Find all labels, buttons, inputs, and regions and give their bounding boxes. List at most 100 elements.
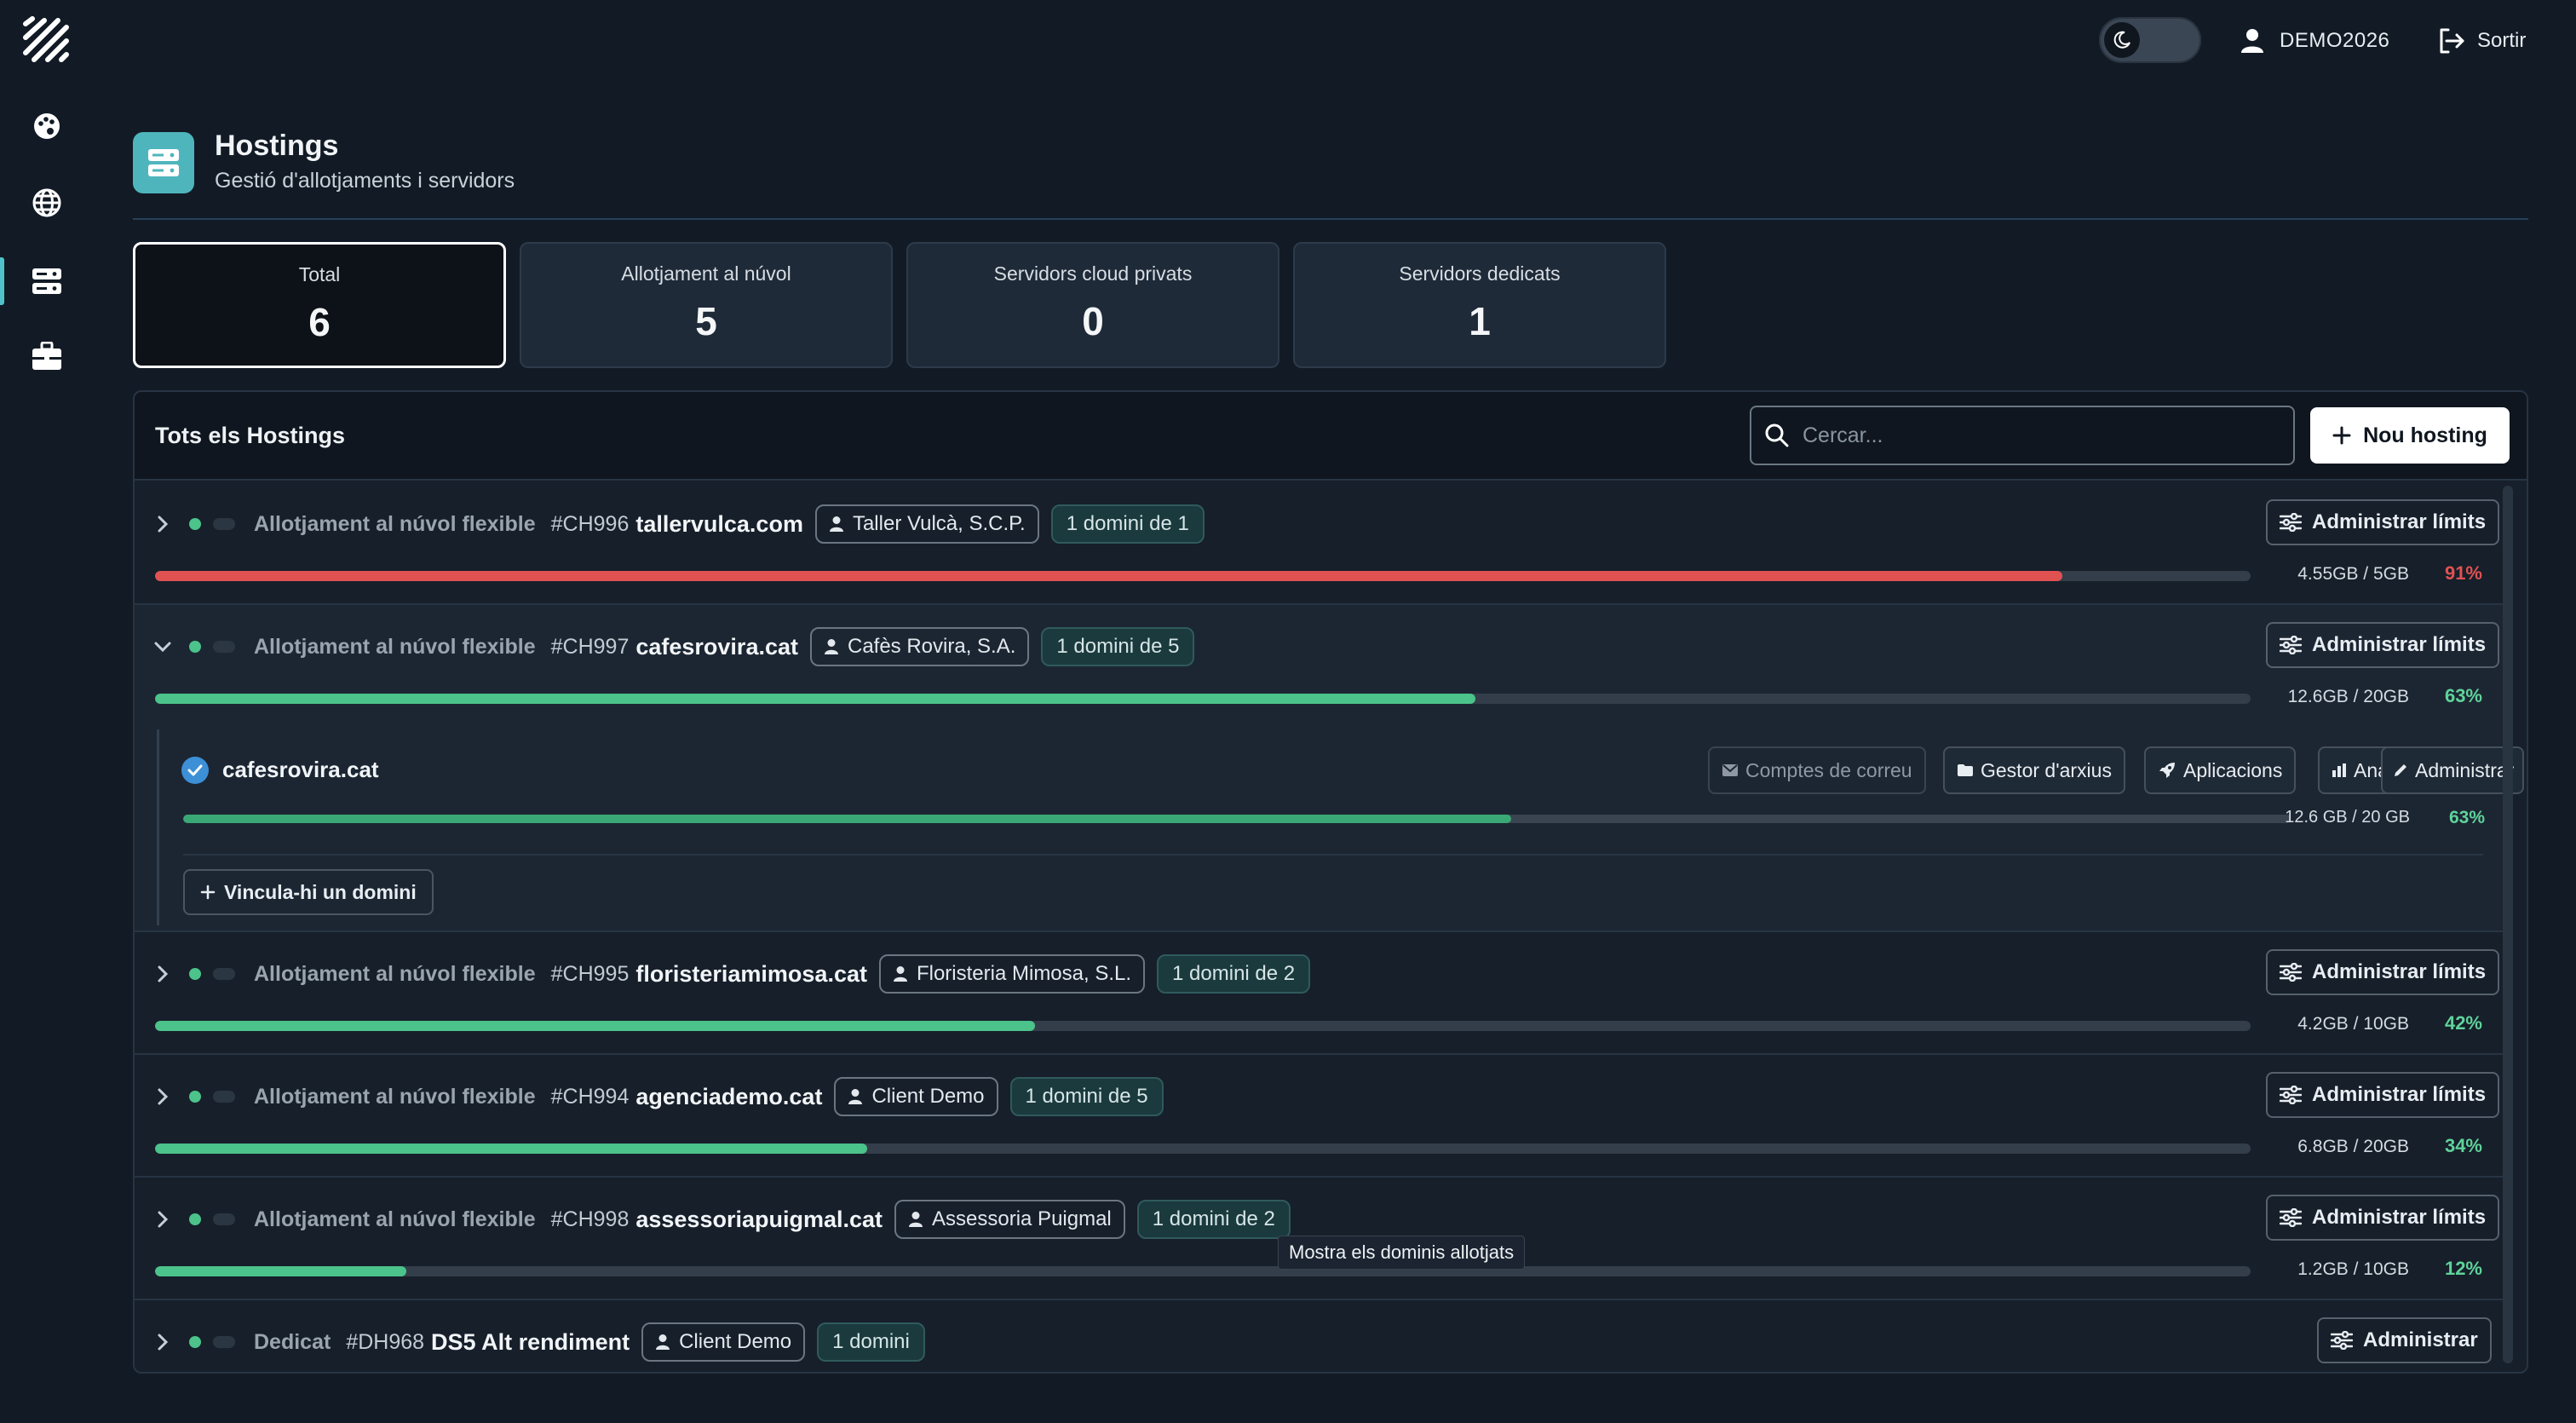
status-dot-inactive (213, 641, 235, 653)
hosting-row[interactable]: Dedicat #DH968 DS5 Alt rendiment Client … (135, 1300, 2503, 1372)
user-icon (656, 1334, 670, 1350)
linked-domain-name[interactable]: cafesrovira.cat (222, 757, 379, 783)
hosting-type: Allotjament al núvol flexible (254, 1207, 536, 1231)
manage-limits-button[interactable]: Administrar límits (2266, 1072, 2500, 1118)
domain-count-badge[interactable]: 1 domini de 2 (1136, 1200, 1291, 1239)
file-manager-button[interactable]: Gestor d'arxius (1943, 746, 2125, 794)
usage-bar (155, 1266, 2251, 1276)
user-name: DEMO2026 (2280, 29, 2390, 52)
scrollbar[interactable] (2503, 486, 2513, 1363)
manage-limits-button[interactable]: Administrar límits (2266, 1195, 2500, 1241)
client-badge[interactable]: Client Demo (834, 1077, 998, 1116)
status-dot-active (189, 968, 201, 980)
panel-header: Tots els Hostings Nou hosting (135, 392, 2527, 481)
row-summary: Allotjament al núvol flexible #CH995 flo… (153, 953, 1311, 995)
hosting-id: #CH997 (550, 634, 630, 659)
chevron-right-icon[interactable] (153, 1087, 172, 1106)
row-summary: Allotjament al núvol flexible #CH994 age… (153, 1075, 1164, 1118)
theme-toggle-knob (2104, 22, 2140, 58)
client-name: Floristeria Mimosa, S.L. (916, 962, 1132, 985)
sliders-icon (2280, 1208, 2302, 1227)
status-dot-active (189, 518, 201, 530)
usage-text: 12.6GB / 20GB (2287, 687, 2409, 706)
nav-domains[interactable] (0, 176, 94, 230)
page-title: Hostings (215, 130, 339, 162)
hosting-domain: assessoriapuigmal.cat (635, 1206, 883, 1232)
plus-icon (200, 884, 216, 900)
tooltip: Mostra els dominis allotjats (1278, 1236, 1526, 1270)
page-subtitle: Gestió d'allotjaments i servidors (215, 169, 515, 193)
nav-services[interactable] (0, 329, 94, 383)
usage-percent: 91% (2444, 562, 2482, 584)
manage-limits-button[interactable]: Administrar límits (2266, 499, 2500, 545)
stat-value: 6 (308, 300, 331, 344)
domain-count-badge[interactable]: 1 domini de 2 (1157, 954, 1311, 994)
mail-accounts-button[interactable]: Comptes de correu (1708, 746, 1926, 794)
administer-label: Administrar (2415, 758, 2515, 781)
user-icon (2241, 29, 2263, 53)
server-icon (32, 268, 61, 294)
hosting-type: Allotjament al núvol flexible (254, 511, 536, 536)
new-hosting-button[interactable]: Nou hosting (2310, 407, 2510, 464)
manage-limits-button[interactable]: Administrar límits (2266, 949, 2500, 995)
client-badge[interactable]: Assessoria Puigmal (894, 1200, 1125, 1239)
search-input[interactable] (1801, 422, 2278, 449)
stat-card-cloud[interactable]: Allotjament al núvol 5 (520, 242, 893, 368)
chevron-right-icon[interactable] (153, 965, 172, 983)
client-badge[interactable]: Taller Vulcà, S.C.P. (814, 504, 1039, 544)
manage-limits-button[interactable]: Administrar límits (2266, 622, 2500, 668)
logout-icon (2440, 28, 2464, 54)
hosting-row[interactable]: Allotjament al núvol flexible #CH996 tal… (135, 482, 2503, 605)
chevron-right-icon[interactable] (153, 1333, 172, 1351)
manage-limits-label: Administrar límits (2312, 510, 2487, 533)
divider (183, 854, 2483, 856)
administer-label: Administrar (2363, 1328, 2478, 1351)
chevron-right-icon[interactable] (153, 1210, 172, 1229)
chevron-right-icon[interactable] (153, 515, 172, 533)
usage-bar (155, 694, 2251, 704)
linked-domain-usage-bar (183, 815, 2291, 823)
manage-limits-label: Administrar límits (2312, 1206, 2487, 1229)
stat-card-dedicated[interactable]: Servidors dedicats 1 (1293, 242, 1666, 368)
stat-card-private-cloud[interactable]: Servidors cloud privats 0 (906, 242, 1279, 368)
domain-count-badge[interactable]: 1 domini de 5 (1009, 1077, 1164, 1116)
stat-label: Total (298, 263, 341, 285)
hosting-row[interactable]: Allotjament al núvol flexible #CH994 age… (135, 1055, 2503, 1178)
manage-limits-label: Administrar límits (2312, 1083, 2487, 1106)
hosting-row[interactable]: Allotjament al núvol flexible #CH995 flo… (135, 932, 2503, 1055)
hosting-row-expanded[interactable]: Allotjament al núvol flexible #CH997 caf… (135, 605, 2525, 932)
client-badge[interactable]: Floristeria Mimosa, S.L. (878, 954, 1146, 994)
user-menu[interactable]: DEMO2026 (2240, 24, 2389, 58)
stat-label: Allotjament al núvol (621, 262, 791, 285)
mail-accounts-label: Comptes de correu (1745, 758, 1912, 781)
applications-button[interactable]: Aplicacions (2144, 746, 2297, 794)
stat-value: 0 (1082, 299, 1104, 343)
domain-count-badge[interactable]: 1 domini de 1 (1050, 504, 1205, 544)
usage-bar-fill (155, 1266, 407, 1276)
domain-count-badge[interactable]: 1 domini (817, 1322, 925, 1362)
nav-dashboard[interactable] (0, 99, 94, 153)
client-badge[interactable]: Cafès Rovira, S.A. (809, 627, 1030, 666)
usage-bar (155, 1144, 2251, 1154)
link-domain-button[interactable]: Vincula-hi un domini (183, 869, 434, 915)
domain-count-badge[interactable]: 1 domini de 5 (1041, 627, 1195, 666)
nav-hostings[interactable] (0, 254, 94, 308)
globe-icon (32, 188, 61, 217)
row-summary: Allotjament al núvol flexible #CH998 ass… (153, 1198, 1291, 1241)
server-icon (148, 149, 179, 176)
client-badge[interactable]: Client Demo (641, 1322, 806, 1362)
client-name: Taller Vulcà, S.C.P. (852, 512, 1026, 535)
theme-toggle[interactable] (2099, 17, 2201, 63)
status-dot-inactive (213, 518, 235, 530)
stat-label: Servidors cloud privats (993, 262, 1193, 285)
status-dot-active (189, 1213, 201, 1225)
administer-button[interactable]: Administrar (2317, 1317, 2492, 1363)
app-logo[interactable] (20, 15, 72, 65)
hosting-type: Allotjament al núvol flexible (254, 1084, 536, 1109)
logout-button[interactable]: Sortir (2438, 24, 2526, 58)
chevron-down-icon[interactable] (153, 637, 172, 656)
usage-text: 4.2GB / 10GB (2297, 1014, 2409, 1034)
sidebar (0, 0, 94, 1423)
stat-card-total[interactable]: Total 6 (133, 242, 506, 368)
usage-bar-fill (155, 1144, 868, 1154)
